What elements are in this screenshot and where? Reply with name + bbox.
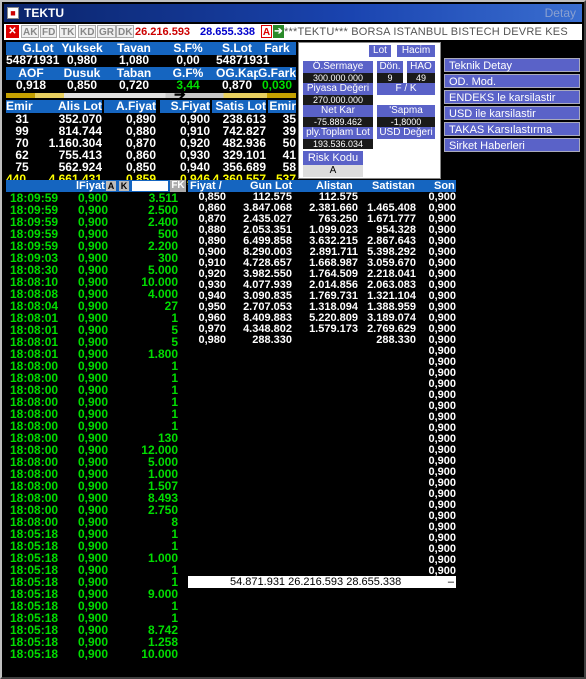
dist-price: 0,980: [198, 334, 226, 346]
side-button-3[interactable]: USD ile karsilastir: [444, 106, 580, 120]
sapma-label: 'Sapma: [377, 105, 435, 117]
title-bar[interactable]: ■ TEKTU Detay: [4, 4, 582, 22]
don-value: 9: [377, 73, 403, 83]
dist-alistan: 1.579.173: [309, 323, 358, 335]
sermaye-value: 300.000.000: [303, 73, 373, 83]
trade-lot: 1: [171, 359, 178, 373]
trade-time: 18:05:18: [10, 647, 59, 661]
alert-a-button[interactable]: A: [261, 25, 272, 38]
summary-value-2: 0,720: [118, 78, 150, 92]
trade-price: 0,900: [77, 647, 108, 661]
trade-lot: 1: [171, 311, 178, 325]
dist-gunlot: 288.330: [252, 334, 292, 346]
app-window: ■ TEKTU Detay ✕ AK FD TK KD GR DK 26.216.593 …: [0, 0, 586, 679]
sell-volume: 28.655.338: [200, 26, 256, 38]
ply-value: 193.536.034: [303, 139, 373, 149]
header-satistan[interactable]: Satistan: [372, 180, 415, 192]
don-label: Dön.: [377, 61, 403, 73]
tab-ak[interactable]: AK: [21, 25, 40, 38]
refresh-icon[interactable]: ➔: [273, 25, 284, 38]
side-button-5[interactable]: Sirket Haberleri: [444, 138, 580, 152]
detail-label[interactable]: Detay: [545, 6, 576, 20]
trade-lot: 1.800: [147, 347, 178, 361]
summary-value-0: 0,918: [15, 78, 47, 92]
fk-label: F / K: [377, 83, 435, 95]
distribution-total: 54.871.931 26.216.593 28.655.338 –: [188, 576, 456, 588]
trade-lot: 1: [171, 563, 178, 577]
close-icon[interactable]: ✕: [6, 25, 19, 38]
piyasa-value: 270.000.000: [303, 95, 373, 105]
trade-lot: 1: [171, 383, 178, 397]
buy-volume: 26.216.593: [135, 26, 191, 38]
distribution-row: 0,980 288.330 288.330: [188, 335, 426, 346]
trade-search-input[interactable]: [132, 181, 168, 191]
trade-lot: 10.000: [141, 647, 178, 661]
hao-label: HAO: [407, 61, 435, 73]
trade-lot: 1: [171, 407, 178, 421]
risk-label: Risk Kodu: [303, 151, 363, 165]
summary-value-1: 0,850: [66, 78, 98, 92]
tab-fd[interactable]: FD: [40, 25, 58, 38]
filter-k-button[interactable]: K: [119, 181, 129, 191]
info-panel: Lot Hacim Ö.Sermaye 300.000.000 Dön. 9 H…: [298, 42, 441, 179]
trade-row: 18:05:18 0,900 10.000: [6, 648, 186, 660]
trade-lot: 1: [171, 527, 178, 541]
summary-value-5: 0,030: [261, 78, 293, 92]
hacim-button[interactable]: Hacim: [397, 45, 435, 57]
trade-lot: 9.000: [147, 587, 178, 601]
usd-label[interactable]: USD Değeri: [377, 127, 435, 139]
trade-lot: 1: [171, 371, 178, 385]
price-range-bar: [6, 93, 296, 98]
tab-dk[interactable]: DK: [116, 25, 135, 38]
netkar-label: Net Kar: [303, 105, 373, 117]
app-icon: ■: [7, 7, 19, 19]
summary-value-4: 0,870: [221, 78, 253, 92]
tab-kd[interactable]: KD: [78, 25, 97, 38]
tab-gr[interactable]: GR: [97, 25, 116, 38]
trade-lot: 27: [164, 299, 178, 313]
side-button-2[interactable]: ENDEKS le karsilastir: [444, 90, 580, 104]
side-button-1[interactable]: OD. Mod.: [444, 74, 580, 88]
summary-value-3: 3,44: [176, 78, 200, 92]
trade-lot: 1: [171, 395, 178, 409]
trade-lot: 1.000: [147, 551, 178, 565]
side-button-0[interactable]: Teknik Detay: [444, 58, 580, 72]
netkar-value: -75.889.462: [303, 117, 373, 127]
hao-value: 49: [407, 73, 435, 83]
dist-satistan: 288.330: [376, 334, 416, 346]
tab-tk[interactable]: TK: [59, 25, 77, 38]
piyasa-label: Piyasa Değeri: [303, 83, 373, 95]
trade-lot: 8: [171, 515, 178, 529]
trade-lot: 2.750: [147, 503, 178, 517]
filter-a-button[interactable]: A: [106, 181, 116, 191]
side-button-4[interactable]: TAKAS Karsılastırma: [444, 122, 580, 136]
sermaye-label: Ö.Sermaye: [303, 61, 373, 73]
trade-lot: 5: [171, 323, 178, 337]
toolbar: ✕ AK FD TK KD GR DK 26.216.593 28.655.338 A ➔…: [4, 24, 582, 40]
risk-value: A: [303, 165, 363, 177]
sapma-value: -1,8000: [377, 117, 435, 127]
window-title: TEKTU: [24, 6, 64, 20]
trade-lot: 1: [171, 599, 178, 613]
ply-label: ply.Toplam Lot: [303, 127, 373, 139]
lot-button[interactable]: Lot: [369, 45, 391, 57]
news-ticker: ***TEKTU*** BORSA ISTANBUL BISTECH DEVRE…: [284, 26, 568, 38]
